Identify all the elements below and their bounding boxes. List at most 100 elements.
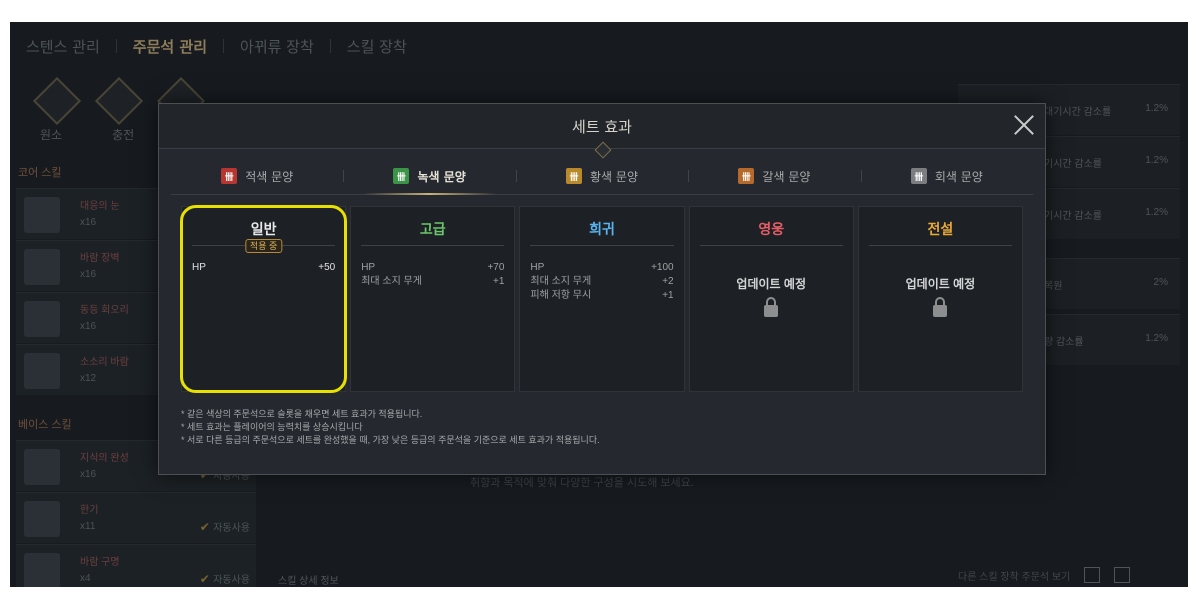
- auto-use-check[interactable]: 자동사용: [200, 519, 250, 534]
- hint-text: 취향과 목적에 맞춰 다양한 구성을 시도해 보세요.: [470, 477, 694, 489]
- tier-name: 고급: [419, 221, 446, 237]
- skill-count: x16: [80, 469, 97, 480]
- brown-rune-icon: 卌: [738, 168, 755, 184]
- tab-label: 갈색 문양: [762, 169, 811, 184]
- skill-icon: [24, 301, 60, 337]
- skill-count: x16: [80, 269, 97, 280]
- green-rune-icon: 卌: [393, 168, 410, 184]
- skill-detail-link[interactable]: 스킬 상세 정보: [278, 572, 339, 587]
- skill-row[interactable]: 바람 구명 x4 자동사용: [16, 544, 256, 587]
- effect-pct: 1.2%: [1145, 333, 1168, 344]
- update-pending-text: 업데이트 예정: [905, 277, 976, 291]
- tab-green-pattern[interactable]: 卌 녹색 문양: [343, 158, 515, 195]
- stat-row: 최대 소지 무게 +2: [520, 275, 683, 289]
- skill-icon: [24, 249, 60, 285]
- tab-label: 회색 문양: [934, 169, 983, 184]
- tier-card-rare[interactable]: 희귀 HP +100 최대 소지 무게 +2 피해 저항 무시 +1: [519, 206, 685, 392]
- game-screen: 스텐스 관리 주문석 관리 아뀌류 장착 스킬 장착 원소 충전 코어 스킬 대…: [10, 22, 1188, 587]
- tab-stance[interactable]: 스텐스 관리: [10, 36, 116, 57]
- skill-name: 바람 장벽: [80, 253, 120, 264]
- effect-text: 기시간 감소률: [1044, 159, 1102, 170]
- core-skill-heading: 코어 스킬: [18, 167, 62, 179]
- icon-labels: 원소 충전: [40, 126, 134, 143]
- stat-row: HP +100: [520, 261, 683, 275]
- tab-yellow-pattern[interactable]: 卌 황색 문양: [515, 158, 688, 194]
- stat-label: 최대 소지 무게: [530, 276, 592, 287]
- tab-skill-equip[interactable]: 스킬 장착: [331, 36, 423, 57]
- grid-view-icon[interactable]: [1114, 567, 1131, 583]
- skill-name: 동등 회오리: [80, 305, 129, 316]
- tier-name: 영웅: [758, 221, 785, 237]
- tab-gray-pattern[interactable]: 卌 회색 문양: [860, 158, 1033, 194]
- element-icon[interactable]: [32, 76, 82, 126]
- stat-value: +100: [651, 262, 674, 273]
- top-tabs: 스텐스 관리 주문석 관리 아뀌류 장착 스킬 장착: [10, 22, 570, 70]
- divider: [868, 245, 1013, 246]
- element-label: 원소: [40, 128, 63, 142]
- tier-grid: 일반 적용 중 HP+50 고급 HP +70 최대 소지 무게 +1 희귀: [180, 205, 1024, 393]
- skill-name: 한기: [80, 505, 99, 516]
- tier-card-hero[interactable]: 영웅 업데이트 예정: [688, 206, 854, 392]
- set-effect-modal: 세트 효과 卌 적색 문양 卌 녹색 문양 卌 황색 문양 卌 갈색 문양 卌: [158, 103, 1046, 475]
- divider: [530, 245, 674, 246]
- stat-row: HP +70: [351, 261, 514, 275]
- pattern-tabs: 卌 적색 문양 卌 녹색 문양 卌 황색 문양 卌 갈색 문양 卌 회색 문양: [171, 158, 1033, 195]
- skill-name: 지식의 완성: [80, 453, 129, 464]
- tab-red-pattern[interactable]: 卌 적색 문양: [171, 158, 343, 194]
- effect-pct: 1.2%: [1145, 207, 1168, 218]
- stat-label: 피해 저항 무시: [530, 290, 592, 301]
- skill-count: x4: [80, 573, 91, 584]
- skill-count: x16: [80, 321, 97, 332]
- stat-value: +70: [487, 262, 505, 273]
- stat-row: 피해 저항 무시 +1: [520, 289, 683, 303]
- tab-artifact[interactable]: 아뀌류 장착: [224, 36, 330, 57]
- skill-count: x16: [80, 217, 97, 228]
- update-pending-text: 업데이트 예정: [736, 277, 806, 291]
- tier-stats: HP +70 최대 소지 무게 +1: [351, 261, 514, 289]
- lock-icon: [764, 297, 779, 317]
- stat-value: +2: [662, 276, 674, 287]
- tab-label: 적색 문양: [245, 169, 294, 184]
- diamond-ornament-icon: [594, 141, 612, 159]
- stat-value: +1: [662, 290, 674, 301]
- skill-name: 바람 구명: [80, 557, 120, 568]
- charge-icon[interactable]: [94, 76, 144, 126]
- divider: [361, 245, 505, 246]
- set-effect-notes: * 같은 색상의 주문석으로 슬롯을 채우면 세트 효과가 적용됩니다. * 세…: [181, 408, 600, 447]
- charge-label: 충전: [112, 128, 135, 142]
- stat-row: 최대 소지 무게 +1: [351, 275, 514, 289]
- tab-label: 녹색 문양: [417, 169, 466, 184]
- note-line: * 서로 다른 등급의 주문석으로 세트를 완성했을 때, 가장 낮은 등급의 …: [181, 435, 600, 445]
- tab-brown-pattern[interactable]: 卌 갈색 문양: [688, 158, 860, 194]
- skill-count: x11: [80, 521, 96, 532]
- divider: [699, 245, 843, 246]
- stat-label: HP: [361, 262, 376, 273]
- tier-card-advanced[interactable]: 고급 HP +70 최대 소지 무게 +1: [350, 206, 516, 392]
- skill-name: 소소리 바람: [80, 357, 129, 368]
- other-spellstone-toggle[interactable]: 다른 스킬 장착 주문석 보기: [958, 568, 1070, 583]
- modal-header: 세트 효과: [159, 104, 1045, 159]
- skill-row[interactable]: 한기 x11 자동사용: [16, 492, 256, 543]
- base-skill-heading: 베이스 스킬: [18, 419, 72, 431]
- tier-name: 전설: [927, 221, 954, 237]
- skill-name: 대응의 눈: [80, 201, 120, 212]
- auto-use-check[interactable]: 자동사용: [200, 571, 250, 586]
- list-view-icon[interactable]: [1084, 567, 1101, 583]
- gray-rune-icon: 卌: [910, 168, 927, 184]
- skill-icon: [24, 449, 60, 485]
- tier-card-legend[interactable]: 전설 업데이트 예정: [857, 206, 1024, 392]
- stat-label: HP: [530, 262, 545, 273]
- yellow-rune-icon: 卌: [566, 168, 583, 184]
- note-line: * 같은 색상의 주문석으로 슬롯을 채우면 세트 효과가 적용됩니다.: [181, 409, 423, 419]
- skill-icon: [24, 197, 60, 233]
- note-line: * 세트 효과는 플레이어의 능력치를 상승시킵니다: [181, 422, 363, 432]
- stat-label: 최대 소지 무게: [361, 276, 422, 287]
- close-icon[interactable]: [1009, 110, 1039, 140]
- effect-text: 대기시간 감소률: [1044, 107, 1112, 118]
- effect-text: 량 감소률: [1044, 337, 1084, 348]
- tab-label: 황색 문양: [590, 169, 638, 184]
- tab-spellstone[interactable]: 주문석 관리: [117, 36, 223, 57]
- effect-text: 복원: [1044, 281, 1063, 292]
- tier-card-normal[interactable]: 일반 적용 중 HP +50: [180, 205, 348, 393]
- skill-count: x12: [80, 373, 97, 384]
